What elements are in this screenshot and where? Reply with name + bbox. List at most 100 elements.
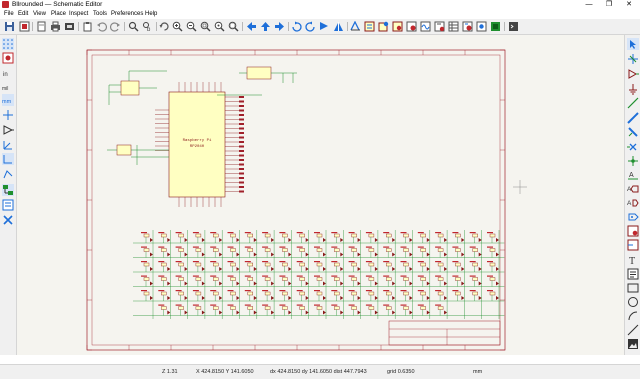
menu-edit[interactable]: Edit [18,10,28,19]
scripting-console-icon[interactable] [508,21,519,32]
key-switch [247,291,254,296]
add-arc-icon[interactable] [627,310,639,322]
mirror-horizontal-icon[interactable] [333,21,344,32]
key-ref-label [452,232,459,234]
zoom-out-icon[interactable] [186,21,197,32]
units-mils-icon[interactable]: mil [2,81,14,93]
footprint-assign-icon[interactable] [462,21,473,32]
undo-icon[interactable] [96,21,107,32]
netlist-icon[interactable] [476,21,487,32]
redo-icon[interactable] [110,21,121,32]
refresh-icon[interactable] [159,21,170,32]
pcb-editor-icon[interactable] [490,21,501,32]
grid-override-icon[interactable] [2,52,14,64]
svg-text:in: in [3,72,8,78]
menu-help[interactable]: Help [145,10,157,19]
no-connect-icon[interactable] [627,141,639,153]
zoom-fit-icon[interactable] [200,21,211,32]
units-inch-icon[interactable]: in [2,67,14,79]
print-icon[interactable] [50,21,61,32]
key-diode [357,281,361,286]
add-image-icon[interactable] [627,338,639,350]
add-bus-icon[interactable] [627,112,639,124]
usb-reset-circuit[interactable] [107,144,169,165]
plot-icon[interactable] [64,21,75,32]
navigate-forward-icon[interactable] [274,21,285,32]
paste-icon[interactable] [82,21,93,32]
zoom-objects-icon[interactable] [214,21,225,32]
line-angle-90-icon[interactable] [2,153,14,165]
net-label-icon[interactable]: A [627,169,639,181]
mcu-symbol[interactable]: Raspberry Pi RP2040 [155,82,244,207]
maximize-button[interactable]: ❐ [602,0,616,10]
rotate-ccw-icon[interactable] [291,21,302,32]
voltage-regulator[interactable] [217,66,297,96]
add-sheet-icon[interactable] [627,225,639,237]
add-power-icon[interactable] [627,83,639,95]
schematic-setup-icon[interactable] [19,21,30,32]
rotate-cw-icon[interactable] [305,21,316,32]
hidden-pins-icon[interactable] [2,124,14,136]
highlight-net-icon[interactable] [627,53,639,65]
add-wire-icon[interactable] [627,97,639,109]
close-button[interactable]: ✕ [622,0,636,10]
minimize-button[interactable]: — [582,0,596,10]
grid-toggle-icon[interactable] [2,38,14,50]
add-circle-icon[interactable] [627,296,639,308]
add-line-icon[interactable] [627,324,639,336]
global-label-icon[interactable]: A [627,183,639,195]
bus-entry-icon[interactable] [627,126,639,138]
symbol-library-icon[interactable] [378,21,389,32]
navigate-back-icon[interactable] [246,21,257,32]
key-diode [340,252,344,257]
add-text-icon[interactable]: T [627,254,639,266]
key-switch [299,277,305,281]
tools-icon[interactable] [2,214,14,226]
key-switch [282,306,288,310]
menu-view[interactable]: View [33,10,46,19]
units-mm-icon[interactable]: mm [2,94,14,106]
bom-icon[interactable] [434,21,445,32]
simulator-icon[interactable] [420,21,431,32]
key-ref-label [262,232,269,234]
menu-inspect[interactable]: Inspect [69,10,88,19]
key-diode [374,238,378,242]
directive-label-icon[interactable] [627,211,639,223]
line-angle-free-icon[interactable] [2,168,14,180]
line-angle-45-icon[interactable] [2,139,14,151]
schematic-canvas[interactable]: Raspberry Pi RP2040 [17,35,624,355]
hierarchy-panel-icon[interactable] [2,184,14,196]
zoom-selection-icon[interactable] [228,21,239,32]
key-diode [305,267,309,271]
symbol-editor-icon[interactable] [364,21,375,32]
add-textbox-icon[interactable] [627,268,639,280]
add-symbol-icon[interactable] [627,68,639,80]
select-tool-icon[interactable] [627,38,639,50]
key-diode [323,296,326,300]
navigate-up-icon[interactable] [260,21,271,32]
menu-place[interactable]: Place [51,10,66,19]
zoom-in-icon[interactable] [172,21,183,32]
key-diode [340,296,344,300]
annotate-icon[interactable] [392,21,403,32]
junction-icon[interactable] [627,155,639,167]
find-icon[interactable] [128,21,139,32]
menu-tools[interactable]: Tools [93,10,107,19]
mirror-vertical-icon[interactable] [319,21,330,32]
add-rectangle-icon[interactable] [627,282,639,294]
key-diode [340,267,344,271]
import-sheet-pin-icon[interactable] [627,239,639,251]
fields-editor-icon[interactable] [448,21,459,32]
properties-panel-icon[interactable] [2,199,14,211]
menu-preferences[interactable]: Preferences [111,10,143,19]
save-icon[interactable] [4,21,15,32]
key-switch [299,306,305,310]
hierarchy-navigator-icon[interactable] [350,21,361,32]
page-settings-icon[interactable] [36,21,47,32]
menu-file[interactable]: File [4,10,14,19]
erc-icon[interactable] [406,21,417,32]
cursor-shape-icon[interactable] [2,109,14,121]
find-replace-icon[interactable]: b [142,21,153,32]
crystal-circuit[interactable] [108,70,167,105]
hierarchical-label-icon[interactable]: A [627,197,639,209]
